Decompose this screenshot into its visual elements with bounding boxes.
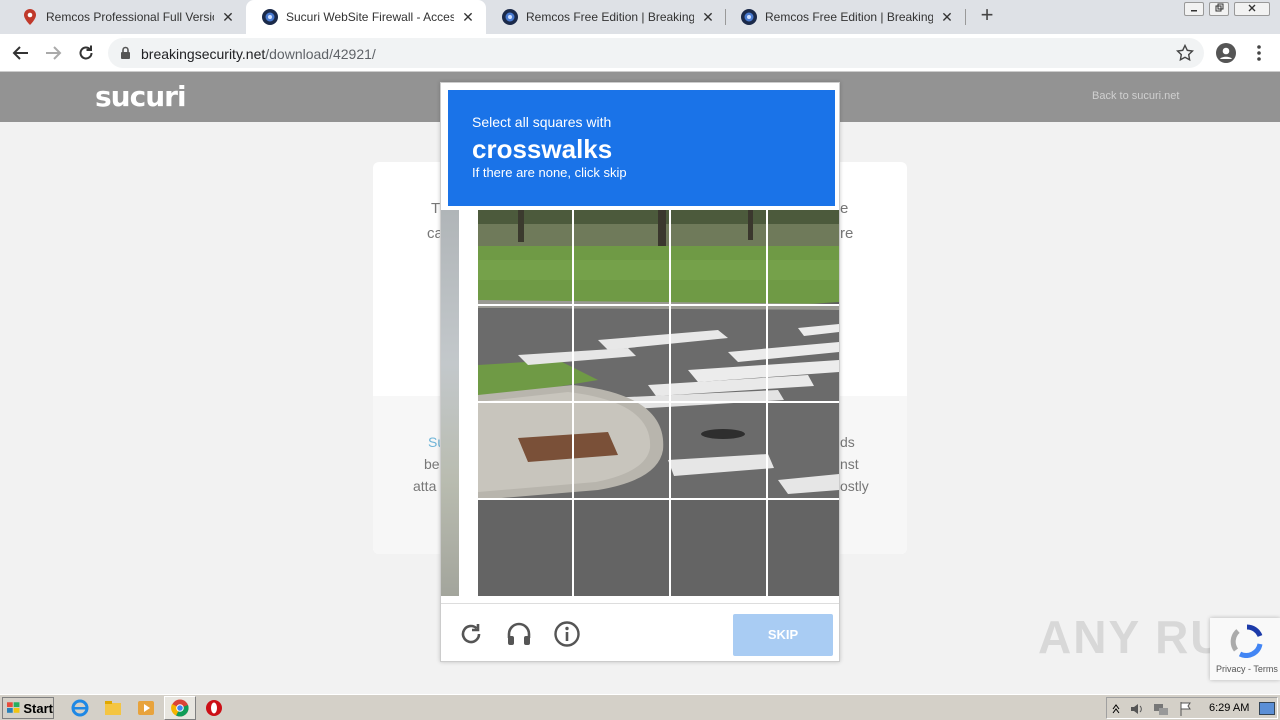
captcha-tile[interactable] [671,210,766,304]
back-to-sucuri-link[interactable]: Back to sucuri.net [1092,90,1179,102]
recaptcha-badge[interactable]: Privacy - Terms [1210,618,1280,680]
info-icon[interactable] [553,620,581,648]
captcha-tile[interactable] [671,403,766,498]
volume-icon[interactable] [1129,701,1145,717]
card-text-fragment: re [840,225,854,242]
system-tray: 6:29 AM [1106,697,1278,719]
captcha-tile[interactable] [478,306,572,401]
captcha-footer: SKIP [441,603,839,661]
url-text: breakingsecurity.net/download/42921/ [141,46,376,62]
tab-title: Sucuri WebSite Firewall - Access Den [286,10,454,24]
account-circle-icon [1216,43,1236,63]
tab-strip: Remcos Professional Full Version Dow ✕ S… [0,0,1280,34]
tab-remcos-free-1[interactable]: Remcos Free Edition | BreakingSecur ✕ [486,0,726,34]
internet-explorer-icon[interactable] [70,698,90,718]
captcha-tile[interactable] [768,403,839,498]
card-text-fragment: nst [840,456,859,472]
captcha-image-grid [478,210,839,596]
bookmark-star-icon[interactable] [1176,44,1194,62]
audio-challenge-icon[interactable] [505,620,533,648]
breakingsecurity-icon [262,9,278,25]
captcha-keyword: crosswalks [472,134,613,164]
taskbar-chrome-button[interactable] [164,696,196,720]
captcha-tile[interactable] [671,306,766,401]
captcha-instructions: Select all squares with crosswalks If th… [448,90,835,206]
tray-expand-icon[interactable] [1111,702,1121,714]
map-pin-icon [22,9,38,25]
taskbar: Start 6:29 AM [0,694,1280,720]
chrome-icon [171,699,189,717]
captcha-tile[interactable] [574,403,669,498]
captcha-tile[interactable] [768,306,839,401]
url-host: breakingsecurity.net [141,46,266,62]
tab-close-icon[interactable]: ✕ [700,9,716,26]
recaptcha-logo-icon [1230,624,1263,658]
reload-button[interactable] [73,40,99,66]
windows-logo-icon [7,702,20,713]
lock-icon [121,46,130,59]
skip-button[interactable]: SKIP [733,614,833,656]
kebab-menu-icon [1257,45,1261,61]
captcha-tile[interactable] [574,500,669,596]
minimize-button[interactable] [1184,2,1204,16]
file-explorer-icon[interactable] [103,698,123,718]
tab-title: Remcos Free Edition | BreakingSecur [765,10,933,24]
network-icon[interactable] [1153,701,1169,717]
action-center-flag-icon[interactable] [1179,701,1193,717]
captcha-tile[interactable] [478,210,572,304]
captcha-hint: If there are none, click skip [472,165,627,180]
captcha-tile[interactable] [574,210,669,304]
sucuri-logo[interactable]: sucuri [95,80,187,113]
tab-title: Remcos Free Edition | BreakingSecur [526,10,694,24]
maximize-button[interactable] [1209,2,1229,16]
opera-icon[interactable] [204,698,224,718]
breakingsecurity-icon [741,9,757,25]
captcha-image-edge [441,210,459,596]
show-desktop-icon[interactable] [1259,702,1275,715]
tab-close-icon[interactable]: ✕ [220,9,236,26]
captcha-tile[interactable] [768,500,839,596]
url-path: /download/42921/ [265,46,376,62]
captcha-tile[interactable] [671,500,766,596]
back-button[interactable] [8,40,34,66]
card-text-fragment: be [424,456,440,472]
close-window-button[interactable] [1234,2,1270,16]
back-arrow-icon [12,46,28,60]
start-button[interactable]: Start [2,697,54,719]
captcha-tile[interactable] [478,403,572,498]
reload-challenge-icon[interactable] [457,620,485,648]
menu-button[interactable] [1246,40,1272,66]
address-bar[interactable]: breakingsecurity.net/download/42921/ [108,38,1204,68]
new-tab-button[interactable]: + [976,4,998,27]
card-text-fragment: T [431,200,441,217]
start-label: Start [23,700,53,716]
card-text-fragment: ostly [840,478,869,494]
recaptcha-privacy-terms[interactable]: Privacy - Terms [1216,664,1278,674]
card-text-fragment: ds [840,434,855,450]
forward-arrow-icon [46,46,62,60]
media-player-icon[interactable] [136,698,156,718]
captcha-tile[interactable] [574,306,669,401]
recaptcha-challenge: Select all squares with crosswalks If th… [440,82,840,662]
captcha-tile[interactable] [768,210,839,304]
tab-close-icon[interactable]: ✕ [939,9,955,26]
profile-button[interactable] [1213,40,1239,66]
tab-remcos-professional[interactable]: Remcos Professional Full Version Dow ✕ [6,0,246,34]
tab-remcos-free-2[interactable]: Remcos Free Edition | BreakingSecur ✕ [725,0,965,34]
tab-title: Remcos Professional Full Version Dow [46,10,214,24]
forward-button[interactable] [40,40,66,66]
tab-close-icon[interactable]: ✕ [460,9,476,26]
clock[interactable]: 6:29 AM [1209,702,1249,714]
captcha-prompt: Select all squares with [472,114,612,130]
tab-sucuri-firewall[interactable]: Sucuri WebSite Firewall - Access Den ✕ [246,0,486,34]
tab-separator [965,9,966,25]
card-text-fragment: atta [413,478,437,494]
captcha-tile[interactable] [478,500,572,596]
breakingsecurity-icon [502,9,518,25]
reload-icon [79,45,93,60]
browser-toolbar: breakingsecurity.net/download/42921/ [0,34,1280,72]
card-text-fragment: e [840,200,849,217]
